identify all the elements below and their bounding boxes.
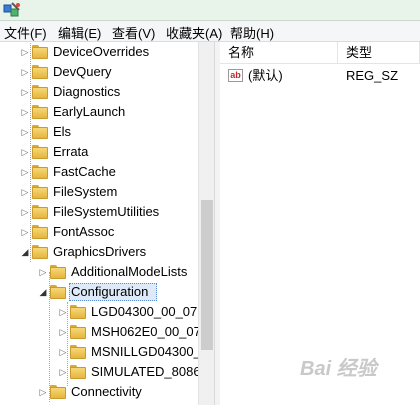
menu-edit[interactable]: 编辑(E): [58, 23, 101, 42]
folder-icon: [70, 325, 86, 339]
tree-item[interactable]: ▷ FileSystemUtilities: [0, 202, 198, 222]
collapsed-arrow-icon[interactable]: ▷: [20, 82, 30, 102]
tree-item-label: MSNILLGD04300_0: [91, 344, 209, 359]
tree-item[interactable]: ▷ FileSystem: [0, 182, 198, 202]
tree-item-label: LGD04300_00_07D: [91, 304, 207, 319]
tree-item[interactable]: ◢ Configuration: [0, 282, 198, 302]
watermark-logo: Bai 经验: [300, 358, 377, 380]
tree-item-label: FileSystemUtilities: [53, 204, 160, 219]
tree-item[interactable]: ▷ EarlyLaunch: [0, 102, 198, 122]
folder-icon: [70, 305, 86, 319]
collapsed-arrow-icon[interactable]: ▷: [58, 342, 68, 362]
tree-item[interactable]: ▷ AdditionalModeLists: [0, 262, 198, 282]
tree-item[interactable]: ▷ Els: [0, 122, 198, 142]
tree-item[interactable]: ▷ FastCache: [0, 162, 198, 182]
tree-item-label: Configuration: [71, 284, 149, 299]
collapsed-arrow-icon[interactable]: ▷: [38, 382, 48, 402]
folder-icon: [50, 385, 66, 399]
collapsed-arrow-icon[interactable]: ▷: [20, 62, 30, 82]
menu-view[interactable]: 查看(V): [112, 23, 155, 42]
folder-icon: [70, 345, 86, 359]
collapsed-arrow-icon[interactable]: ▷: [58, 302, 68, 322]
menu-bar: 文件(F) 编辑(E) 查看(V) 收藏夹(A) 帮助(H): [0, 21, 420, 42]
registry-tree[interactable]: ▷ DeviceOverrides ▷ DevQuery ▷ Diagnostics ▷ Ea…: [0, 42, 214, 405]
expanded-arrow-icon[interactable]: ◢: [20, 242, 30, 262]
collapsed-arrow-icon[interactable]: ▷: [20, 102, 30, 122]
folder-icon: [32, 105, 48, 119]
tree-item-label: DeviceOverrides: [53, 44, 150, 59]
folder-icon: [32, 165, 48, 179]
tree-item-label: DevQuery: [53, 64, 112, 79]
collapsed-arrow-icon[interactable]: ▷: [20, 122, 30, 142]
menu-file[interactable]: 文件(F): [4, 23, 47, 42]
folder-icon: [32, 125, 48, 139]
value-row-default[interactable]: ab (默认) REG_SZ: [220, 66, 420, 86]
folder-icon: [32, 45, 48, 59]
tree-item-label: EarlyLaunch: [53, 104, 126, 119]
folder-icon: [70, 365, 86, 379]
tree-item-label: FileSystem: [53, 184, 118, 199]
tree-item[interactable]: ▷ LGD04300_00_07D: [0, 302, 207, 322]
collapsed-arrow-icon[interactable]: ▷: [58, 322, 68, 342]
tree-item-label: GraphicsDrivers: [53, 244, 147, 259]
collapsed-arrow-icon[interactable]: ▷: [58, 362, 68, 382]
folder-icon: [32, 145, 48, 159]
tree-item[interactable]: ▷ Connectivity: [0, 382, 198, 402]
tree-item[interactable]: ▷ MSNILLGD04300_0: [0, 342, 208, 362]
folder-icon: [32, 205, 48, 219]
tree-item-label: Diagnostics: [53, 84, 121, 99]
tree-item[interactable]: ▷ Diagnostics: [0, 82, 198, 102]
collapsed-arrow-icon[interactable]: ▷: [20, 182, 30, 202]
column-header-type[interactable]: 类型: [338, 42, 420, 64]
value-type: REG_SZ: [346, 68, 399, 83]
tree-item[interactable]: ▷ DeviceOverrides: [0, 42, 198, 62]
scrollbar-thumb[interactable]: [201, 200, 213, 350]
tree-vertical-scrollbar[interactable]: [198, 42, 215, 405]
tree-item[interactable]: ▷ Errata: [0, 142, 198, 162]
menu-help[interactable]: 帮助(H): [230, 23, 274, 42]
tree-item-label: MSH062E0_00_07E: [91, 324, 210, 339]
tree-item-label: Els: [53, 124, 72, 139]
string-value-icon: ab: [228, 69, 243, 82]
tree-item[interactable]: ▷ DevQuery: [0, 62, 198, 82]
tree-item[interactable]: ▷ SIMULATED_8086_: [0, 362, 208, 382]
tree-item-label: SIMULATED_8086_: [91, 364, 208, 379]
tree-item-label: Connectivity: [71, 384, 142, 399]
folder-icon: [32, 185, 48, 199]
column-header-name[interactable]: 名称: [220, 42, 338, 64]
folder-icon: [32, 85, 48, 99]
tree-item-label: FontAssoc: [53, 224, 115, 239]
open-folder-icon: [32, 245, 48, 259]
value-name: (默认): [248, 68, 283, 83]
folder-icon: [32, 225, 48, 239]
tree-item-label: Errata: [53, 144, 89, 159]
collapsed-arrow-icon[interactable]: ▷: [20, 202, 30, 222]
folder-icon: [50, 265, 66, 279]
title-bar: [0, 0, 420, 21]
collapsed-arrow-icon[interactable]: ▷: [20, 222, 30, 242]
tree-item[interactable]: ◢ GraphicsDrivers: [0, 242, 198, 262]
menu-favorites[interactable]: 收藏夹(A): [166, 23, 222, 42]
tree-item[interactable]: ▷ FontAssoc: [0, 222, 198, 242]
collapsed-arrow-icon[interactable]: ▷: [20, 42, 30, 62]
tree-item[interactable]: ▷ MSH062E0_00_07E: [0, 322, 210, 342]
expanded-arrow-icon[interactable]: ◢: [38, 282, 48, 302]
open-folder-icon: [50, 285, 66, 299]
tree-item-label: AdditionalModeLists: [71, 264, 188, 279]
collapsed-arrow-icon[interactable]: ▷: [20, 162, 30, 182]
values-list[interactable]: 名称 类型 ab (默认) REG_SZ: [220, 42, 420, 405]
folder-icon: [32, 65, 48, 79]
tree-item-label: FastCache: [53, 164, 116, 179]
registry-editor-icon: [3, 2, 20, 17]
collapsed-arrow-icon[interactable]: ▷: [38, 262, 48, 282]
collapsed-arrow-icon[interactable]: ▷: [20, 142, 30, 162]
